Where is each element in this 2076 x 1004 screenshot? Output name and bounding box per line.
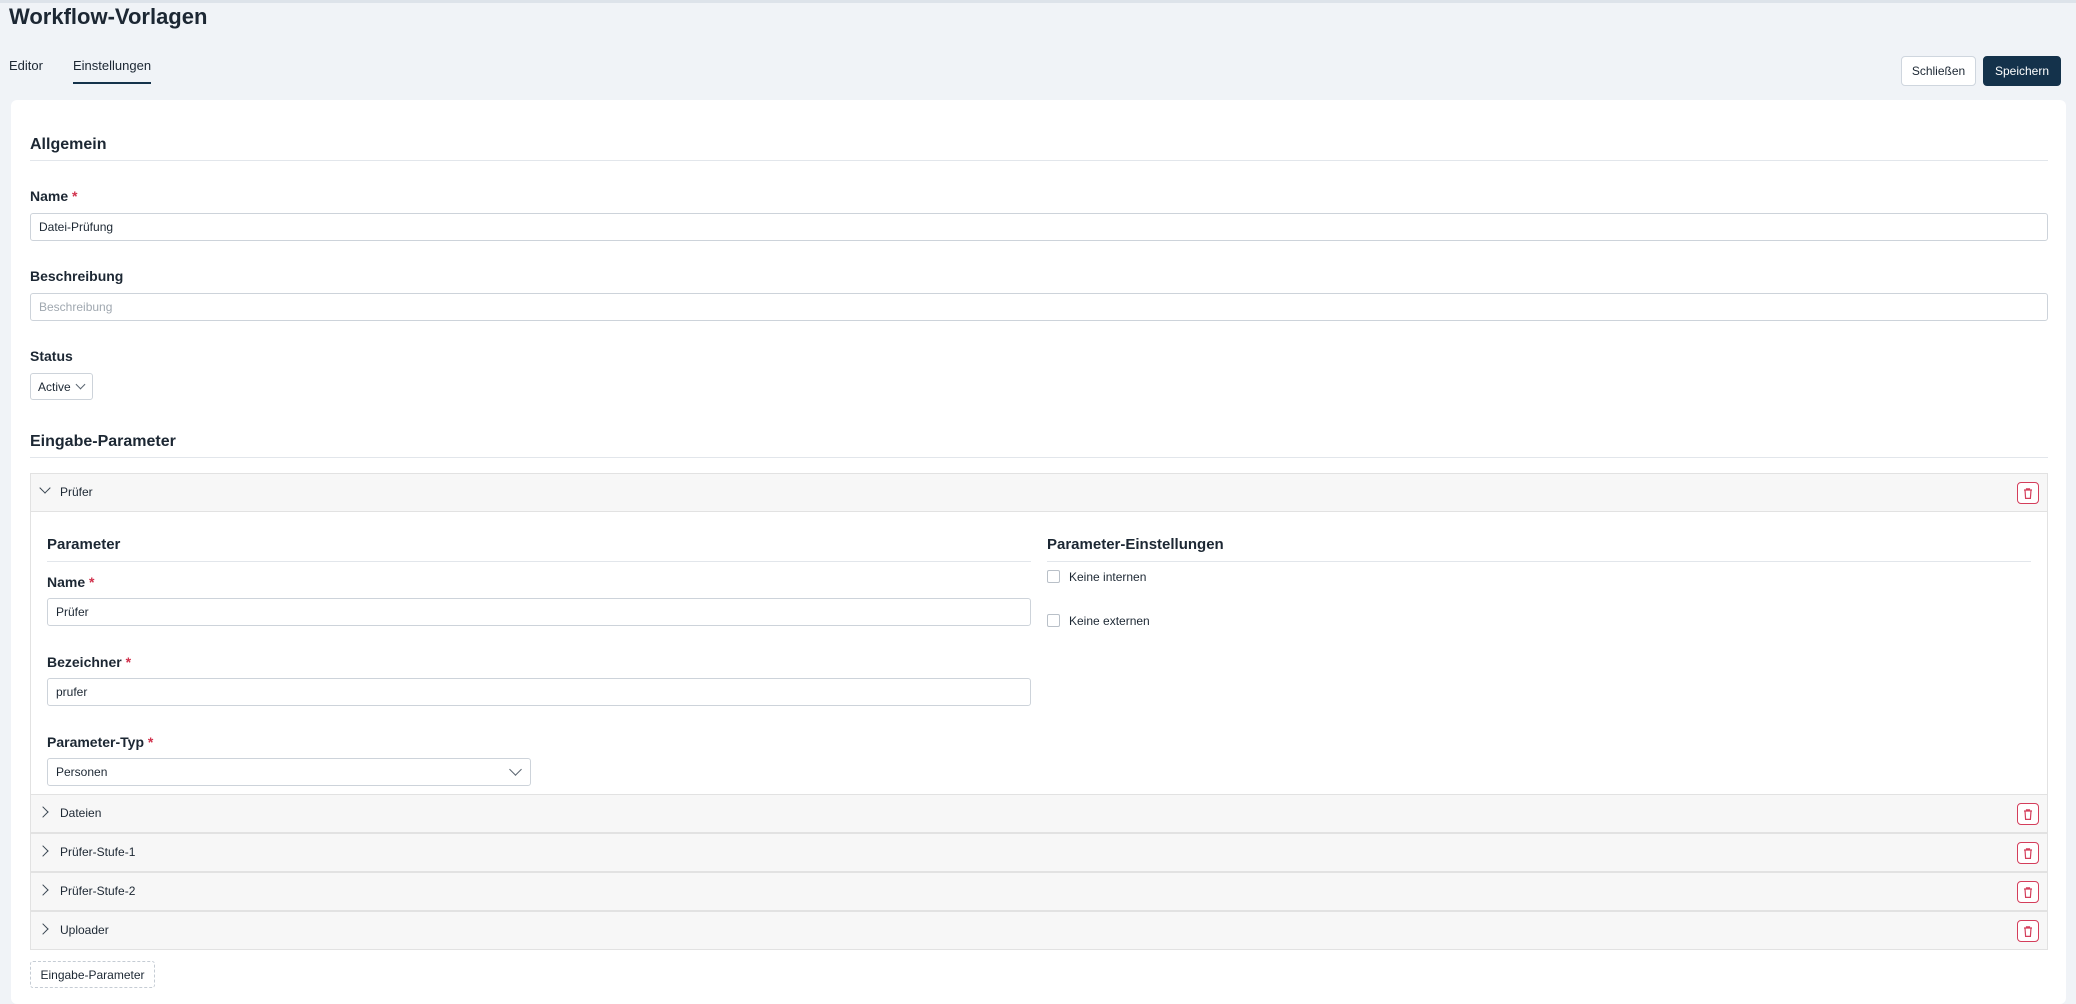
- accordion-item-pruefer-stufe-2[interactable]: Prüfer-Stufe-2: [30, 872, 2048, 911]
- status-select[interactable]: Active: [30, 373, 93, 400]
- name-label: Name *: [30, 188, 77, 204]
- param-name-label-text: Name: [47, 574, 86, 590]
- parameter-settings-title: Parameter-Einstellungen: [1047, 536, 1224, 553]
- accordion-item-label: Dateien: [60, 806, 102, 820]
- trash-icon[interactable]: [2017, 482, 2039, 504]
- status-select-value: Active: [38, 379, 71, 394]
- status-label: Status: [30, 348, 73, 364]
- add-input-parameter-button[interactable]: Eingabe-Parameter: [30, 961, 155, 988]
- required-mark: *: [125, 654, 132, 670]
- divider: [30, 457, 2048, 458]
- accordion-item-uploader[interactable]: Uploader: [30, 911, 2048, 950]
- accordion-item-label: Uploader: [60, 923, 109, 937]
- chevron-right-icon: [37, 806, 49, 818]
- settings-card: Allgemein Name * Datei-Prüfung Beschreib…: [11, 100, 2066, 1004]
- identifier-input[interactable]: prufer: [47, 678, 1031, 706]
- required-mark: *: [72, 188, 78, 204]
- trash-icon[interactable]: [2017, 842, 2039, 864]
- param-type-select[interactable]: Personen: [47, 758, 531, 786]
- divider: [1047, 561, 2031, 562]
- identifier-label: Bezeichner *: [47, 654, 131, 670]
- trash-icon[interactable]: [2017, 803, 2039, 825]
- checkbox-keine-externen[interactable]: [1047, 614, 1060, 627]
- param-name-input[interactable]: Prüfer: [47, 598, 1031, 626]
- divider: [30, 160, 2048, 161]
- name-input[interactable]: Datei-Prüfung: [30, 213, 2048, 241]
- identifier-label-text: Bezeichner: [47, 654, 122, 670]
- trash-icon[interactable]: [2017, 920, 2039, 942]
- checkbox-label: Keine internen: [1069, 570, 1147, 584]
- parameter-title: Parameter: [47, 536, 121, 553]
- page-title: Workflow-Vorlagen: [9, 4, 208, 29]
- accordion-item-label: Prüfer-Stufe-1: [60, 845, 136, 859]
- trash-icon[interactable]: [2017, 881, 2039, 903]
- name-label-text: Name: [30, 188, 69, 204]
- checkbox-keine-internen[interactable]: [1047, 570, 1060, 583]
- chevron-right-icon: [37, 923, 49, 935]
- accordion-item-pruefer[interactable]: Prüfer: [30, 473, 2048, 512]
- accordion-item-label: Prüfer-Stufe-2: [60, 884, 136, 898]
- param-type-label: Parameter-Typ *: [47, 734, 153, 750]
- divider: [47, 561, 1031, 562]
- accordion-item-label: Prüfer: [60, 485, 93, 499]
- description-label: Beschreibung: [30, 268, 124, 284]
- param-name-label: Name *: [47, 574, 94, 590]
- required-mark: *: [89, 574, 95, 590]
- required-mark: *: [147, 734, 154, 750]
- accordion-item-pruefer-stufe-1[interactable]: Prüfer-Stufe-1: [30, 833, 2048, 872]
- checkbox-label: Keine externen: [1069, 614, 1150, 628]
- chevron-right-icon: [37, 845, 49, 857]
- param-type-label-text: Parameter-Typ: [47, 734, 145, 750]
- save-button[interactable]: Speichern: [1983, 56, 2061, 86]
- top-strip: [0, 0, 2076, 3]
- chevron-down-icon: [75, 379, 86, 390]
- section-title-general: Allgemein: [30, 136, 107, 153]
- close-button[interactable]: Schließen: [1901, 56, 1976, 86]
- tab-editor[interactable]: Editor: [9, 58, 43, 73]
- section-title-input-params: Eingabe-Parameter: [30, 433, 176, 450]
- accordion-item-dateien[interactable]: Dateien: [30, 794, 2048, 833]
- chevron-down-icon: [39, 482, 51, 494]
- chevron-right-icon: [37, 884, 49, 896]
- description-input[interactable]: Beschreibung: [30, 293, 2048, 321]
- param-type-value: Personen: [56, 765, 108, 779]
- chevron-down-icon: [509, 763, 522, 776]
- accordion-body-pruefer: Parameter Name * Prüfer Bezeichner * pru…: [30, 512, 2048, 796]
- tab-einstellungen[interactable]: Einstellungen: [73, 58, 152, 84]
